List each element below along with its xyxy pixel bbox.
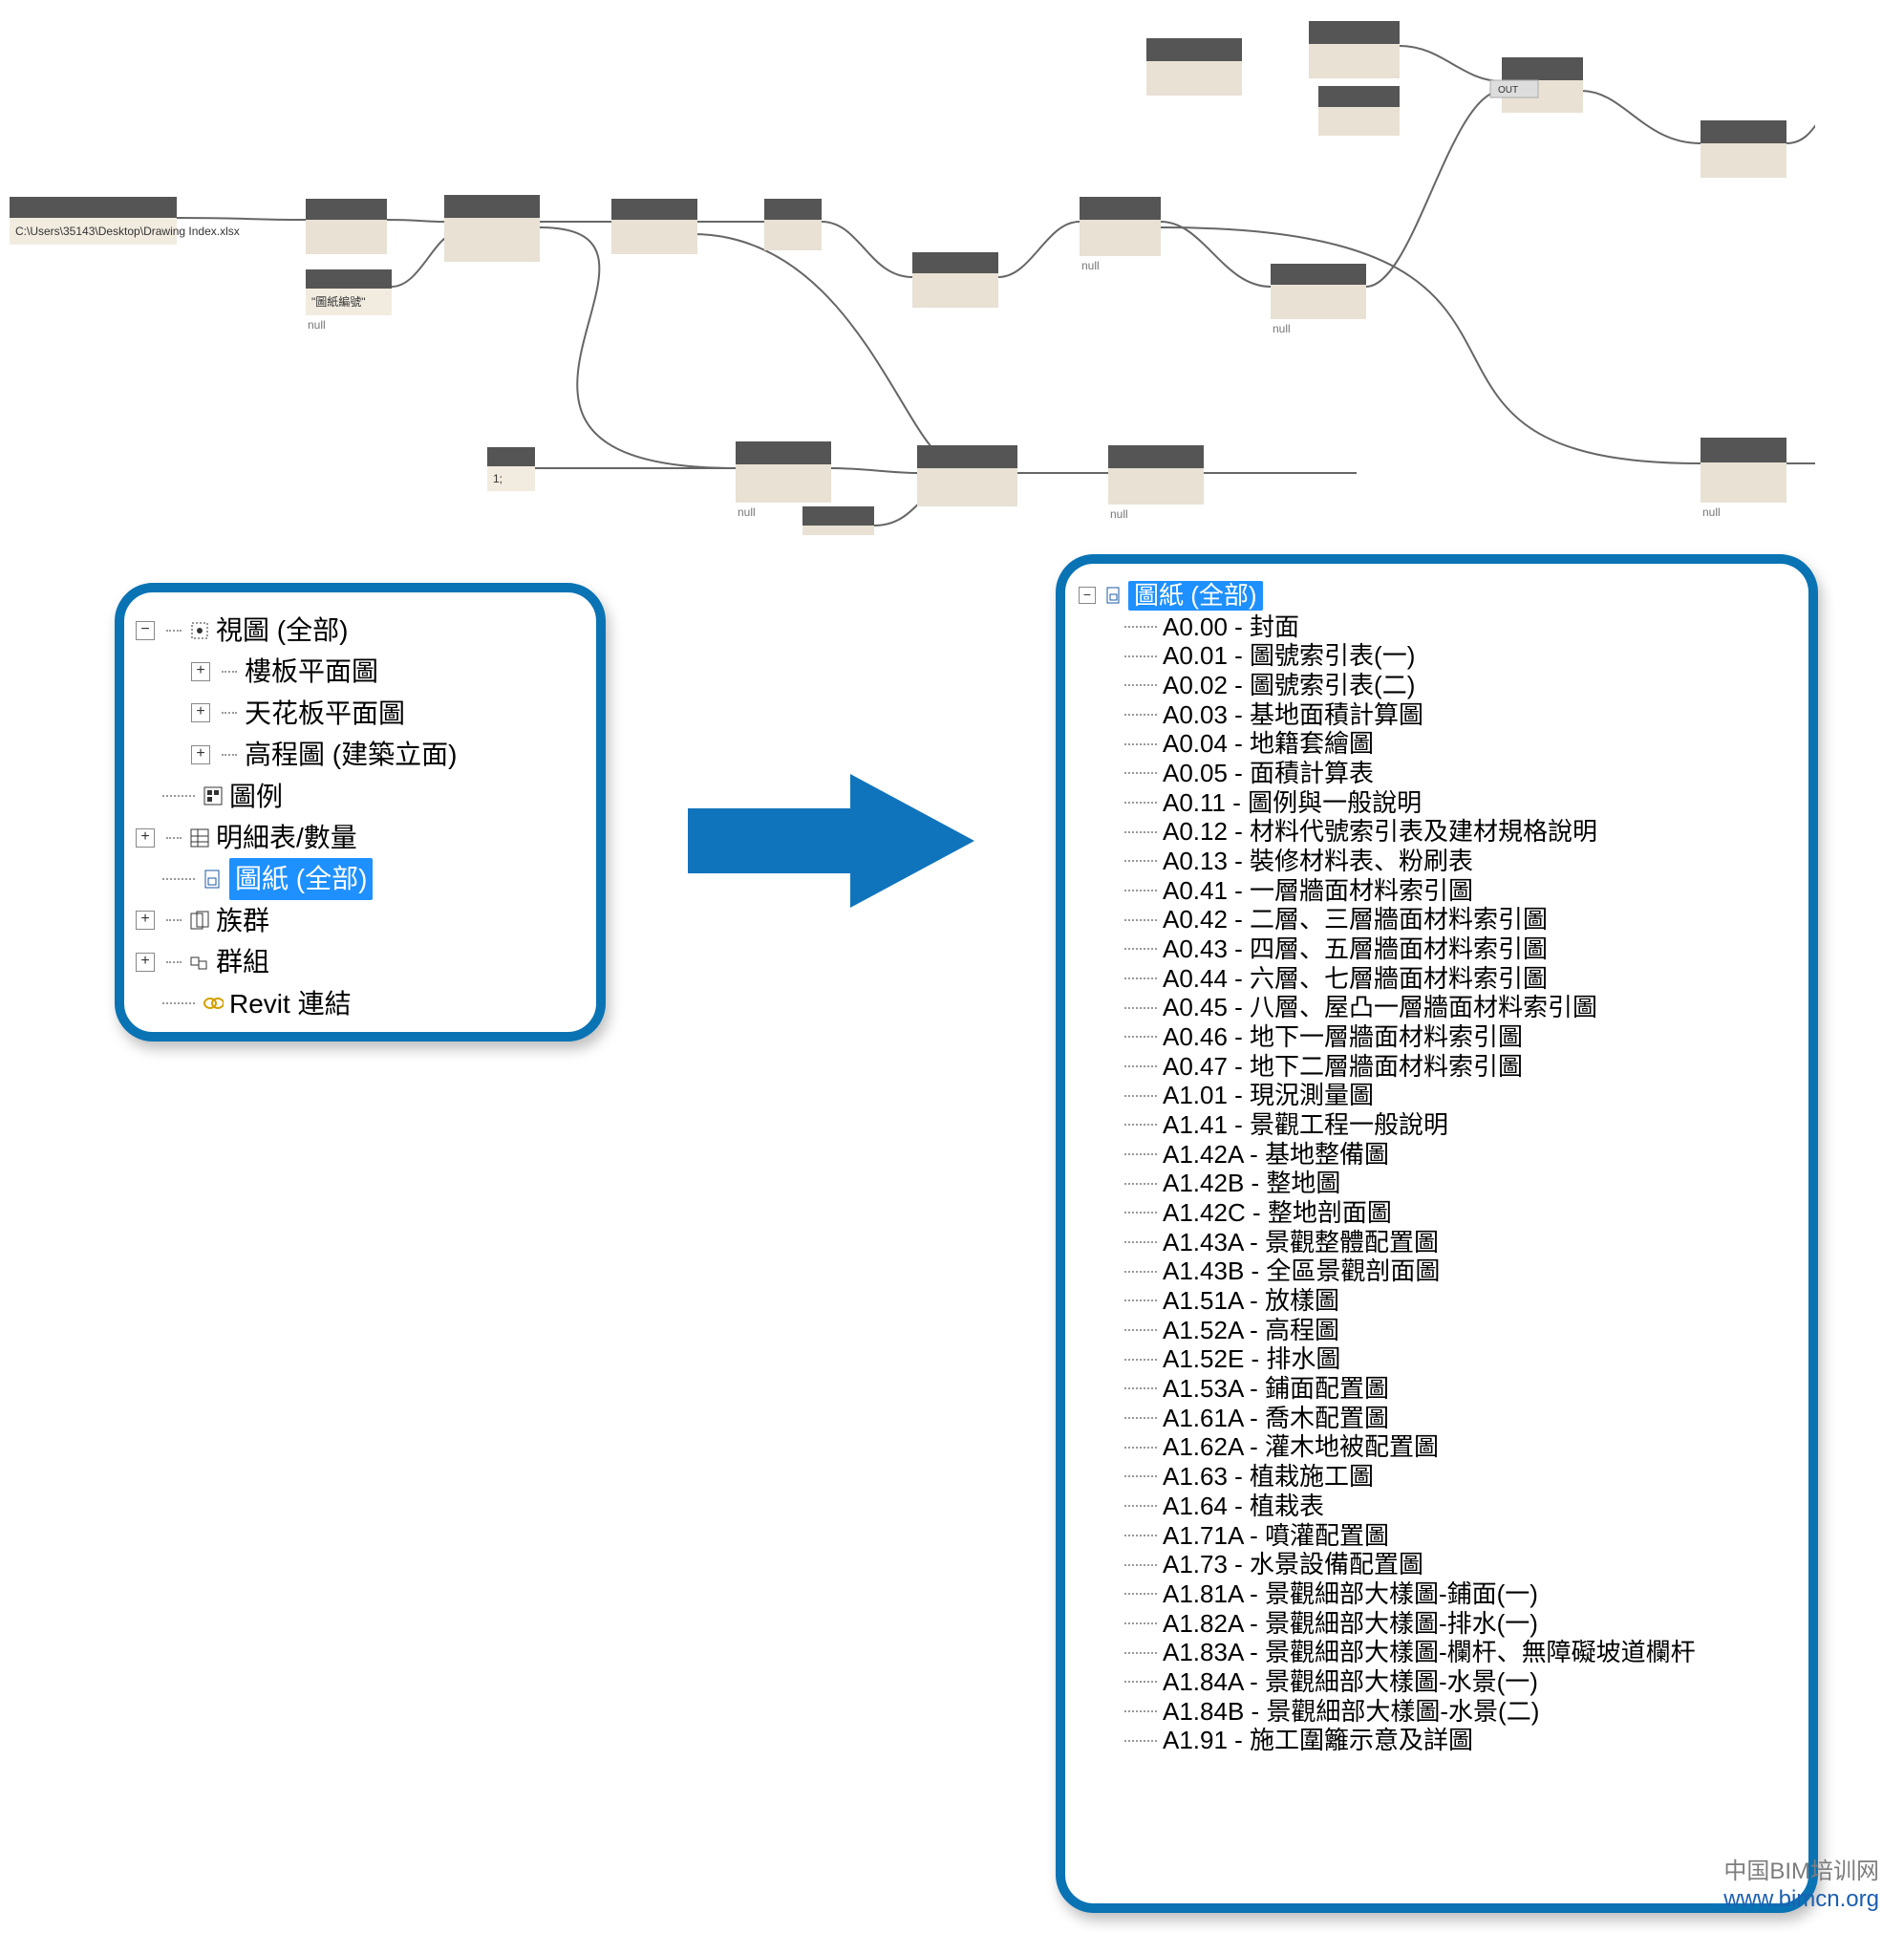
sheet-item[interactable]: A1.63 - 植栽施工圖 [1079,1462,1795,1492]
expand-icon[interactable]: + [191,745,210,764]
sheet-item[interactable]: A0.03 - 基地面積計算圖 [1079,700,1795,730]
sheet-item[interactable]: A0.42 - 二層、三層牆面材料索引圖 [1079,905,1795,934]
revit-links-label[interactable]: Revit 連結 [229,983,352,1024]
sheet-item[interactable]: A0.41 - 一層牆面材料索引圖 [1079,876,1795,906]
sheet-item[interactable]: A1.71A - 噴灌配置圖 [1079,1521,1795,1551]
floor-plans-label[interactable]: 樓板平面圖 [245,651,378,692]
sheet-item[interactable]: A1.43A - 景觀整體配置圖 [1079,1228,1795,1257]
svg-text:null: null [1110,507,1128,521]
sheet-item[interactable]: A1.84B - 景觀細部大樣圖-水景(二) [1079,1697,1795,1727]
sheets-icon [1103,585,1124,606]
sheet-item[interactable]: A1.43B - 全區景觀剖面圖 [1079,1256,1795,1286]
svg-text:null: null [1081,259,1100,272]
sheet-list: A0.00 - 封面A0.01 - 圖號索引表(一)A0.02 - 圖號索引表(… [1079,612,1795,1755]
svg-text:OUT: OUT [1498,85,1518,96]
sheets-tree[interactable]: − 圖紙 (全部) A0.00 - 封面A0.01 - 圖號索引表(一)A0.0… [1079,581,1795,1755]
expand-icon[interactable]: + [191,662,210,681]
legends-label[interactable]: 圖例 [229,776,283,817]
expand-icon[interactable]: + [136,828,155,848]
sheets-panel: − 圖紙 (全部) A0.00 - 封面A0.01 - 圖號索引表(一)A0.0… [1056,554,1818,1913]
sheet-item[interactable]: A1.62A - 灌木地被配置圖 [1079,1432,1795,1462]
sheets-icon [203,869,224,890]
sheets-header-label[interactable]: 圖紙 (全部) [1128,581,1263,611]
sheet-item[interactable]: A1.41 - 景觀工程一般說明 [1079,1110,1795,1140]
sheet-item[interactable]: A0.05 - 面積計算表 [1079,759,1795,788]
schedules-label[interactable]: 明細表/數量 [216,817,357,858]
sheet-item[interactable]: A0.11 - 圖例與一般說明 [1079,788,1795,818]
sheet-item[interactable]: A1.42B - 整地圖 [1079,1169,1795,1198]
groups-icon [189,952,210,973]
watermark: 中国BIM培训网 www.bimcn.org [1723,1858,1879,1914]
sheet-item[interactable]: A0.45 - 八層、屋凸一層牆面材料索引圖 [1079,993,1795,1022]
svg-text:null: null [738,505,756,519]
views-icon [189,620,210,641]
views-all-label[interactable]: 視圖 (全部) [216,610,348,651]
collapse-icon[interactable]: − [1079,587,1096,604]
expand-icon[interactable]: + [136,911,155,930]
sheet-item[interactable]: A1.51A - 放樣圖 [1079,1286,1795,1316]
svg-text:null: null [308,318,326,332]
sheet-item[interactable]: A0.13 - 裝修材料表、粉刷表 [1079,847,1795,876]
sheet-item[interactable]: A1.52A - 高程圖 [1079,1316,1795,1345]
families-label[interactable]: 族群 [216,900,269,941]
expand-icon[interactable]: + [136,953,155,972]
legends-icon [203,785,224,806]
svg-text:1;: 1; [493,472,503,485]
collapse-icon[interactable]: − [136,621,155,640]
elevations-label[interactable]: 高程圖 (建築立面) [245,734,457,775]
sheet-item[interactable]: A0.12 - 材料代號索引表及建材規格說明 [1079,817,1795,847]
arrow-icon [688,774,974,908]
sheet-item[interactable]: A0.00 - 封面 [1079,612,1795,642]
sheet-item[interactable]: A1.61A - 喬木配置圖 [1079,1404,1795,1433]
families-icon [189,910,210,931]
sheet-item[interactable]: A1.82A - 景觀細部大樣圖-排水(一) [1079,1609,1795,1639]
dynamo-graph[interactable]: C:\Users\35143\Desktop\Drawing Index.xls… [0,0,1815,535]
sheet-item[interactable]: A0.47 - 地下二層牆面材料索引圖 [1079,1052,1795,1082]
sheet-item[interactable]: A1.53A - 鋪面配置圖 [1079,1374,1795,1404]
watermark-cn: 中国BIM培训网 [1723,1858,1879,1886]
sheet-item[interactable]: A1.42C - 整地剖面圖 [1079,1198,1795,1228]
sheet-item[interactable]: A0.01 - 圖號索引表(一) [1079,641,1795,671]
groups-label[interactable]: 群組 [216,941,269,982]
schedules-icon [189,827,210,848]
sheet-item[interactable]: A1.42A - 基地整備圖 [1079,1140,1795,1170]
link-icon [203,993,224,1014]
path-node-text: C:\Users\35143\Desktop\Drawing Index.xls… [15,225,240,238]
project-browser-panel: − 視圖 (全部) +樓板平面圖 +天花板平面圖 +高程圖 (建築立面) 圖例 … [115,583,606,1042]
sheet-item[interactable]: A1.83A - 景觀細部大樣圖-欄杆、無障礙坡道欄杆 [1079,1638,1795,1667]
sheet-item[interactable]: A0.43 - 四層、五層牆面材料索引圖 [1079,934,1795,964]
sheet-item[interactable]: A0.02 - 圖號索引表(二) [1079,671,1795,700]
sheet-item[interactable]: A1.84A - 景觀細部大樣圖-水景(一) [1079,1667,1795,1697]
expand-icon[interactable]: + [191,703,210,722]
watermark-url: www.bimcn.org [1723,1886,1879,1914]
svg-text:null: null [1273,322,1291,335]
sheet-item[interactable]: A1.01 - 現況測量圖 [1079,1081,1795,1110]
sheet-item[interactable]: A0.46 - 地下一層牆面材料索引圖 [1079,1022,1795,1052]
sheet-item[interactable]: A0.44 - 六層、七層牆面材料索引圖 [1079,964,1795,994]
sheet-item[interactable]: A1.91 - 施工圍籬示意及詳圖 [1079,1726,1795,1755]
svg-text:null: null [1702,505,1721,519]
ceiling-plans-label[interactable]: 天花板平面圖 [245,693,405,734]
sheet-item[interactable]: A0.04 - 地籍套繪圖 [1079,729,1795,759]
dynamo-svg: C:\Users\35143\Desktop\Drawing Index.xls… [0,0,1815,535]
sheets-all-label[interactable]: 圖紙 (全部) [229,858,373,899]
sheet-item[interactable]: A1.64 - 植栽表 [1079,1492,1795,1521]
project-browser-tree[interactable]: − 視圖 (全部) +樓板平面圖 +天花板平面圖 +高程圖 (建築立面) 圖例 … [136,610,585,1024]
sheet-item[interactable]: A1.73 - 水景設備配置圖 [1079,1550,1795,1579]
sheet-item[interactable]: A1.52E - 排水圖 [1079,1344,1795,1374]
sheet-item[interactable]: A1.81A - 景觀細部大樣圖-鋪面(一) [1079,1579,1795,1609]
svg-text:"圖紙編號": "圖紙編號" [311,294,366,309]
